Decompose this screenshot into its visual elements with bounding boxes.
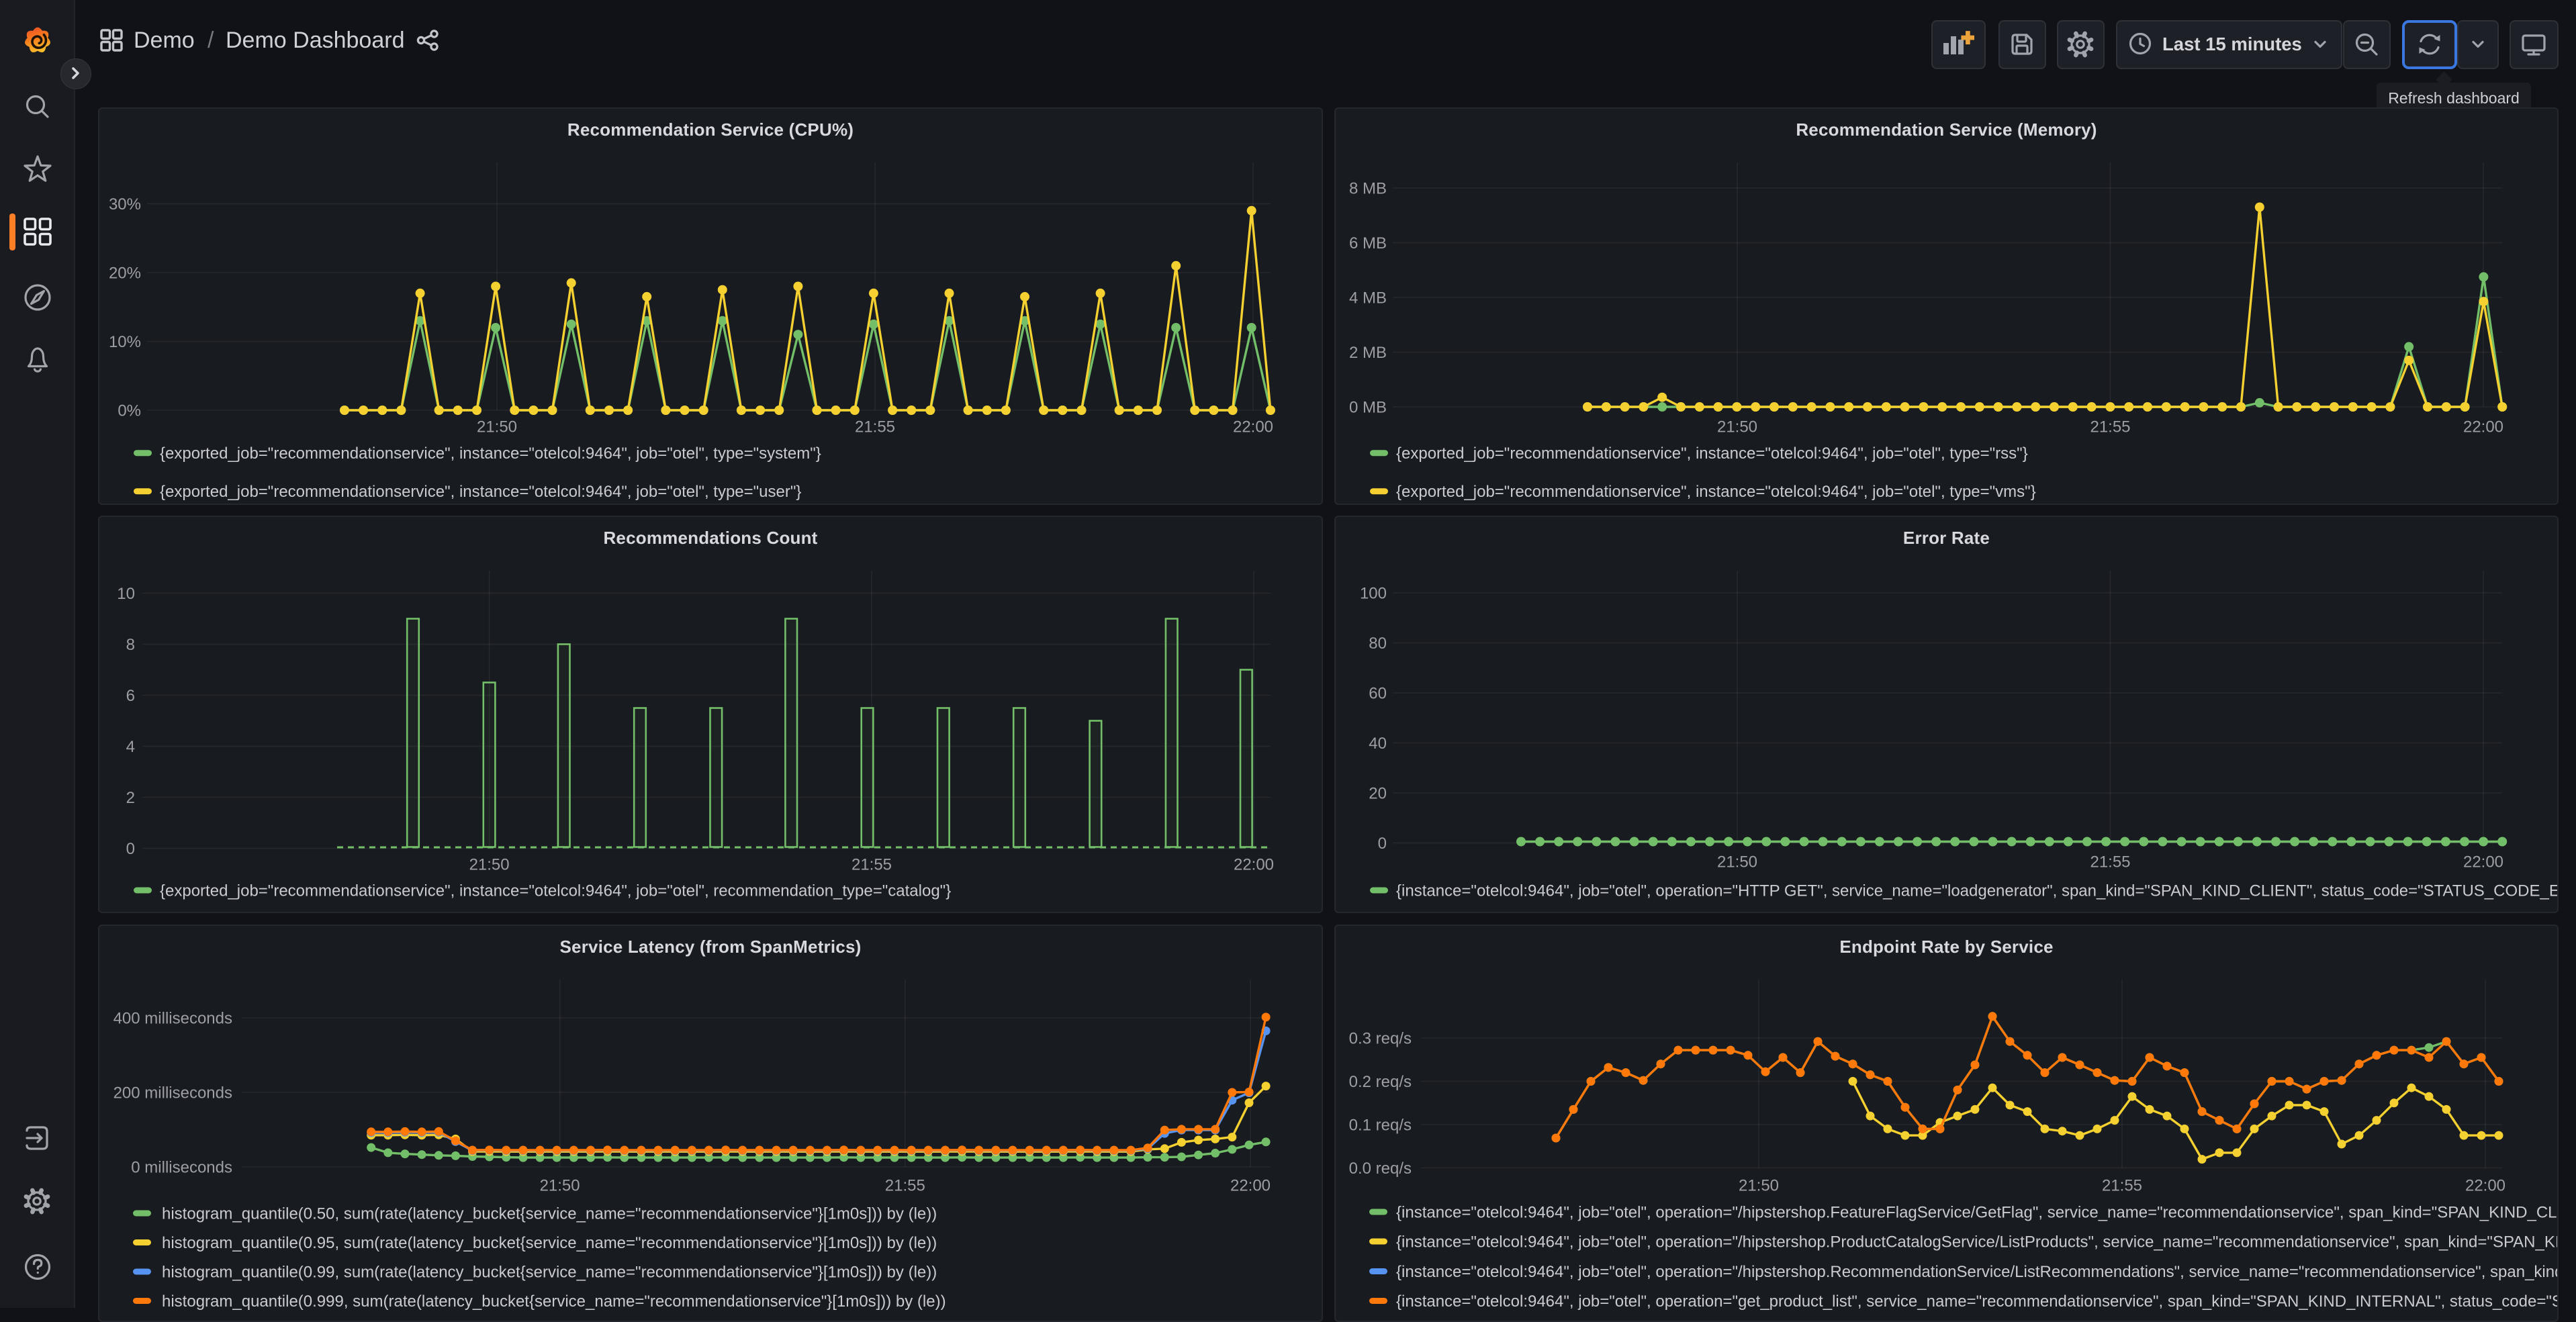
svg-text:histogram_quantile(0.50, sum(r: histogram_quantile(0.50, sum(rate(latenc… [162, 1205, 937, 1223]
svg-text:{exported_job="recommendations: {exported_job="recommendationservice", i… [160, 444, 821, 463]
svg-text:{instance="otelcol:9464", job=: {instance="otelcol:9464", job="otel", op… [1396, 1204, 2559, 1222]
svg-text:21:50: 21:50 [477, 418, 517, 436]
svg-text:20%: 20% [109, 265, 141, 283]
svg-text:22:00: 22:00 [2465, 1177, 2505, 1195]
svg-text:21:50: 21:50 [469, 856, 510, 874]
svg-text:{exported_job="recommendations: {exported_job="recommendationservice", i… [1396, 444, 2028, 463]
svg-text:{exported_job="recommendations: {exported_job="recommendationservice", i… [160, 882, 951, 900]
svg-text:0.2 req/s: 0.2 req/s [1349, 1073, 1412, 1091]
svg-text:2: 2 [126, 789, 135, 807]
svg-text:22:00: 22:00 [2463, 418, 2503, 436]
svg-text:200 milliseconds: 200 milliseconds [113, 1084, 232, 1102]
svg-text:21:50: 21:50 [1717, 853, 1757, 871]
svg-text:0.3 req/s: 0.3 req/s [1349, 1030, 1412, 1048]
svg-text:21:55: 21:55 [855, 418, 895, 436]
svg-text:0: 0 [1378, 835, 1387, 853]
svg-text:0 milliseconds: 0 milliseconds [131, 1159, 232, 1177]
svg-text:0%: 0% [118, 402, 141, 420]
svg-text:histogram_quantile(0.99, sum(r: histogram_quantile(0.99, sum(rate(latenc… [162, 1264, 937, 1282]
svg-text:22:00: 22:00 [2463, 853, 2503, 871]
svg-text:10: 10 [117, 585, 135, 603]
svg-text:21:55: 21:55 [2090, 418, 2130, 436]
svg-text:60: 60 [1369, 685, 1387, 703]
svg-text:histogram_quantile(0.95, sum(r: histogram_quantile(0.95, sum(rate(latenc… [162, 1234, 937, 1252]
svg-text:6 MB: 6 MB [1349, 234, 1387, 252]
svg-text:4 MB: 4 MB [1349, 289, 1387, 308]
svg-text:6: 6 [126, 687, 135, 705]
svg-text:{instance="otelcol:9464", job=: {instance="otelcol:9464", job="otel", op… [1396, 1233, 2559, 1252]
svg-text:8 MB: 8 MB [1349, 180, 1387, 198]
svg-text:21:55: 21:55 [2090, 853, 2130, 871]
svg-text:21:55: 21:55 [852, 856, 892, 874]
svg-text:{instance="otelcol:9464", job=: {instance="otelcol:9464", job="otel", op… [1396, 882, 2559, 900]
svg-text:{exported_job="recommendations: {exported_job="recommendationservice", i… [160, 483, 801, 501]
svg-text:10%: 10% [109, 333, 141, 351]
svg-text:4: 4 [126, 738, 135, 756]
svg-text:22:00: 22:00 [1230, 1177, 1271, 1195]
svg-text:30%: 30% [109, 195, 141, 214]
svg-text:400 milliseconds: 400 milliseconds [113, 1010, 232, 1028]
svg-text:0: 0 [126, 840, 135, 858]
svg-text:0.1 req/s: 0.1 req/s [1349, 1117, 1412, 1135]
svg-text:21:50: 21:50 [1717, 418, 1757, 436]
svg-text:2 MB: 2 MB [1349, 344, 1387, 362]
svg-text:8: 8 [126, 636, 135, 654]
svg-text:40: 40 [1369, 735, 1387, 753]
svg-text:80: 80 [1369, 634, 1387, 653]
svg-text:22:00: 22:00 [1233, 418, 1273, 436]
svg-text:0.0 req/s: 0.0 req/s [1349, 1160, 1412, 1178]
svg-text:{instance="otelcol:9464", job=: {instance="otelcol:9464", job="otel", op… [1396, 1263, 2559, 1281]
svg-text:21:50: 21:50 [540, 1177, 580, 1195]
svg-text:0 MB: 0 MB [1349, 399, 1387, 417]
svg-text:21:55: 21:55 [2102, 1177, 2142, 1195]
svg-text:21:50: 21:50 [1739, 1177, 1779, 1195]
svg-text:100: 100 [1360, 585, 1387, 603]
svg-text:{exported_job="recommendations: {exported_job="recommendationservice", i… [1396, 483, 2036, 501]
svg-text:22:00: 22:00 [1234, 856, 1274, 874]
svg-text:21:55: 21:55 [885, 1177, 925, 1195]
svg-text:20: 20 [1369, 785, 1387, 803]
